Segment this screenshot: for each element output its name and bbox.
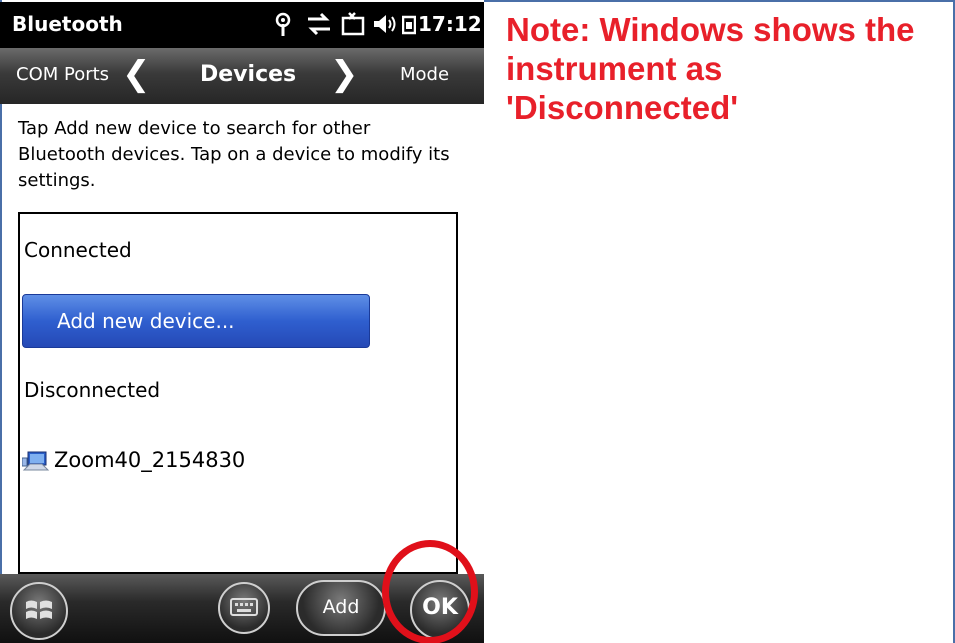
device-name: Zoom40_2154830 — [54, 448, 246, 472]
sync-arrows-icon — [306, 12, 332, 42]
antenna-icon — [272, 12, 294, 44]
speaker-icon — [372, 12, 398, 42]
disconnected-heading: Disconnected — [24, 378, 161, 402]
device-screen: Bluetooth 17:12 COM Ports ❮ Devices ❯ Mo… — [0, 0, 484, 643]
add-new-device-label: Add new device... — [57, 309, 235, 333]
battery-icon — [401, 12, 417, 42]
com-ports-link[interactable]: COM Ports — [16, 64, 109, 85]
app-title: Bluetooth — [12, 12, 123, 36]
mode-link[interactable]: Mode — [400, 64, 449, 85]
windows-logo-icon — [24, 596, 54, 630]
nav-bar: COM Ports ❮ Devices ❯ Mode — [0, 48, 484, 104]
chevron-left-icon[interactable]: ❮ — [122, 54, 151, 94]
status-bar: Bluetooth 17:12 — [0, 2, 484, 48]
add-new-device-button[interactable]: Add new device... — [22, 294, 370, 348]
instructions-text: Tap Add new device to search for other B… — [18, 118, 450, 191]
connected-heading: Connected — [24, 238, 132, 262]
chevron-right-icon[interactable]: ❯ — [330, 54, 359, 94]
keyboard-icon — [230, 598, 258, 620]
keyboard-button[interactable] — [218, 582, 270, 634]
clock: 17:12 — [418, 12, 482, 36]
computer-icon — [21, 450, 50, 472]
start-button[interactable] — [10, 582, 68, 640]
page-title: Devices — [200, 62, 297, 87]
highlight-circle — [382, 540, 478, 643]
device-item[interactable]: Zoom40_2154830 — [21, 446, 322, 476]
phone-off-icon — [340, 12, 366, 42]
device-list: Connected Add new device... Disconnected… — [18, 212, 458, 574]
annotation-note: Note: Windows shows the instrument as 'D… — [506, 11, 915, 126]
add-button-label: Add — [322, 596, 360, 618]
add-button[interactable]: Add — [296, 580, 386, 636]
